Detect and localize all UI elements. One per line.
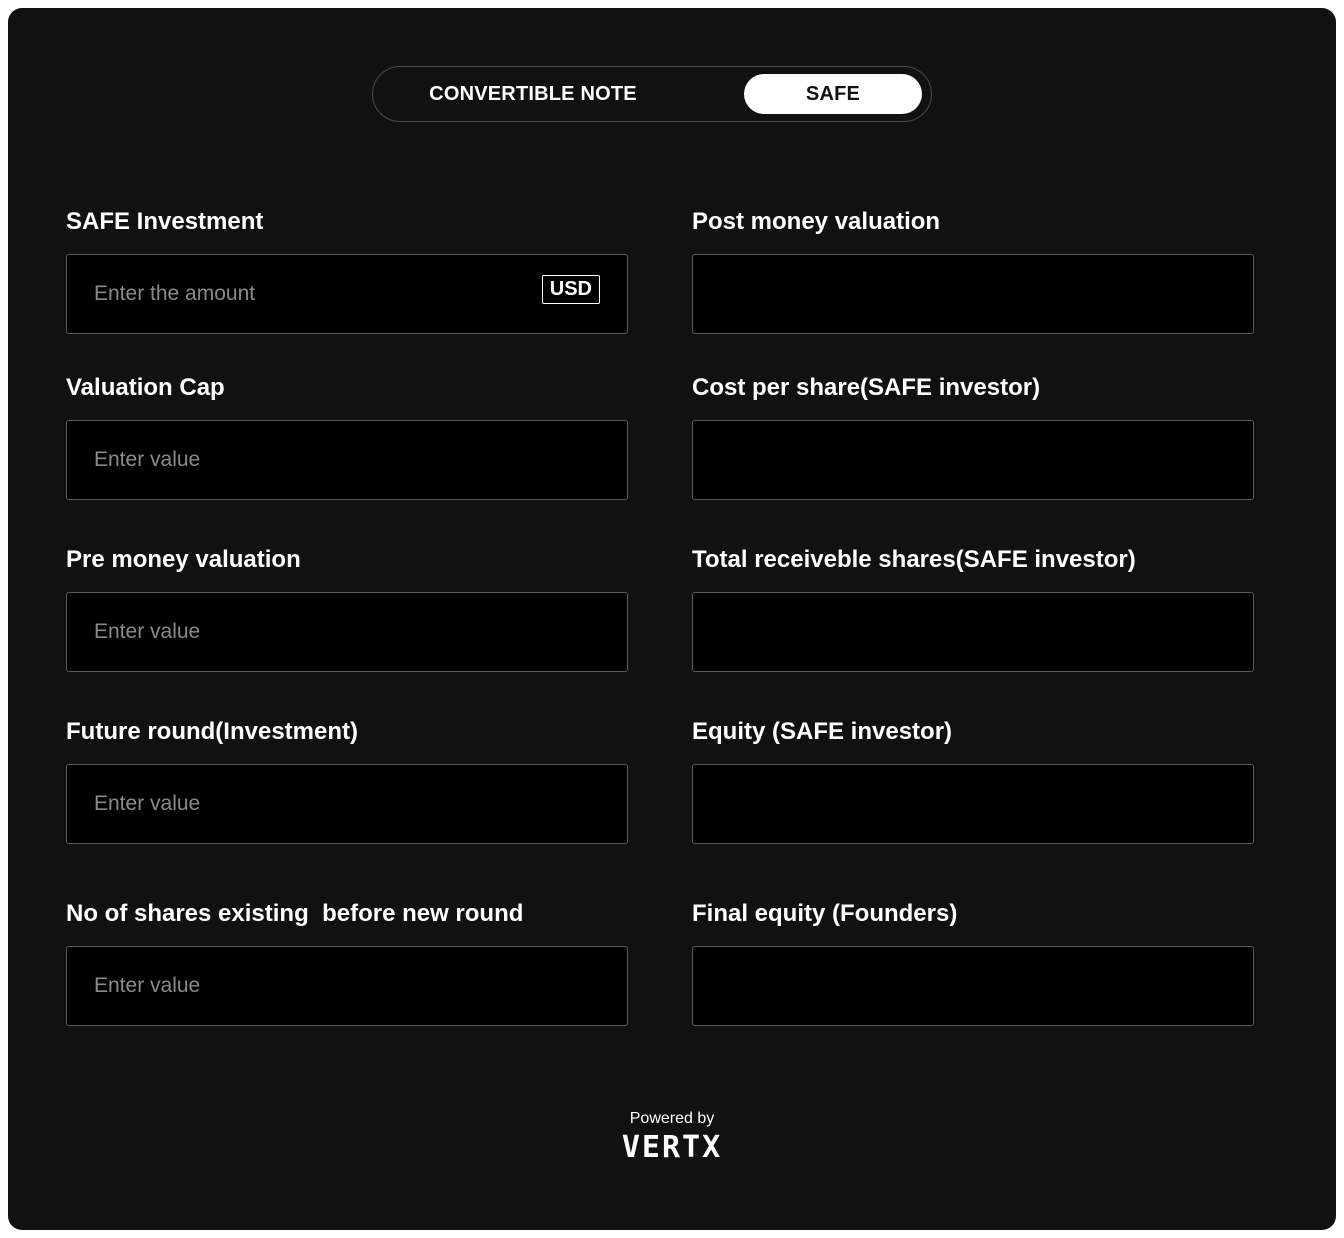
- cost-per-share-field: [692, 420, 1254, 500]
- post-money-valuation-label: Post money valuation: [692, 208, 941, 235]
- post-money-valuation-output: [693, 255, 1253, 333]
- valuation-cap-label: Valuation Cap: [66, 374, 225, 401]
- cost-per-share-output: [693, 421, 1253, 499]
- currency-badge: USD: [541, 275, 600, 304]
- valuation-cap-field: [66, 420, 628, 500]
- future-round-investment-field: [66, 764, 628, 844]
- existing-shares-label: No of shares existing before new round: [66, 900, 524, 927]
- future-round-investment-input[interactable]: [67, 765, 627, 843]
- final-equity-founders-output: [693, 947, 1253, 1025]
- equity-safe-investor-field: [692, 764, 1254, 844]
- total-receivable-shares-field: [692, 592, 1254, 672]
- powered-by-text: Powered by: [629, 1110, 715, 1127]
- safe-investment-field: USD: [66, 254, 628, 334]
- vertx-logo: VERTX: [621, 1130, 723, 1165]
- toggle-option-convertible-note[interactable]: CONVERTIBLE NOTE: [393, 74, 673, 114]
- future-round-investment-label: Future round(Investment): [66, 718, 358, 745]
- valuation-cap-input[interactable]: [67, 421, 627, 499]
- final-equity-founders-field: [692, 946, 1254, 1026]
- existing-shares-field: [66, 946, 628, 1026]
- equity-safe-investor-output: [693, 765, 1253, 843]
- instrument-toggle: CONVERTIBLE NOTE SAFE: [372, 66, 932, 122]
- safe-investment-label: SAFE Investment: [66, 208, 264, 235]
- toggle-option-safe[interactable]: SAFE: [744, 74, 922, 114]
- final-equity-founders-label: Final equity (Founders): [692, 900, 958, 927]
- equity-safe-investor-label: Equity (SAFE investor): [692, 718, 953, 745]
- total-receivable-shares-output: [693, 593, 1253, 671]
- pre-money-valuation-label: Pre money valuation: [66, 546, 301, 573]
- cost-per-share-label: Cost per share(SAFE investor): [692, 374, 1041, 401]
- post-money-valuation-field: [692, 254, 1254, 334]
- total-receivable-shares-label: Total receiveble shares(SAFE investor): [692, 546, 1136, 573]
- existing-shares-input[interactable]: [67, 947, 627, 1025]
- pre-money-valuation-field: [66, 592, 628, 672]
- pre-money-valuation-input[interactable]: [67, 593, 627, 671]
